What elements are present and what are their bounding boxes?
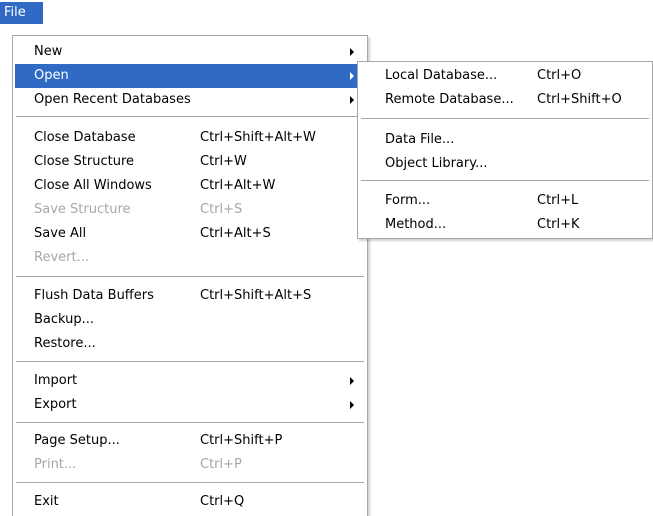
menu-item-label: Import <box>34 373 78 388</box>
menu-item-shortcut: Ctrl+Shift+O <box>537 92 622 107</box>
menu-item-method[interactable]: Method... Ctrl+K <box>360 213 650 237</box>
chevron-right-icon <box>350 377 354 385</box>
menu-item-remote-database[interactable]: Remote Database... Ctrl+Shift+O <box>360 88 650 112</box>
file-menu-button[interactable]: File <box>0 2 43 24</box>
menu-item-new[interactable]: New <box>15 40 365 64</box>
menu-item-flush-data-buffers[interactable]: Flush Data Buffers Ctrl+Shift+Alt+S <box>15 284 365 308</box>
open-submenu: Local Database... Ctrl+O Remote Database… <box>357 61 653 239</box>
menu-separator <box>361 118 649 119</box>
menu-item-label: Close Database <box>34 130 136 145</box>
menu-item-data-file[interactable]: Data File... <box>360 128 650 152</box>
menu-item-label: Save Structure <box>34 202 131 217</box>
menu-item-export[interactable]: Export <box>15 393 365 417</box>
menu-item-import[interactable]: Import <box>15 369 365 393</box>
menu-item-open[interactable]: Open <box>15 64 365 88</box>
menu-separator <box>16 361 364 362</box>
menu-item-label: Form... <box>385 193 431 208</box>
menu-item-label: Data File... <box>385 132 455 147</box>
menu-item-label: Local Database... <box>385 68 498 83</box>
menu-item-label: Export <box>34 397 77 412</box>
menu-item-label: Restore... <box>34 336 96 351</box>
menu-item-label: Close Structure <box>34 154 135 169</box>
menu-item-shortcut: Ctrl+L <box>537 193 579 208</box>
menu-item-backup[interactable]: Backup... <box>15 308 365 332</box>
menu-bar: File <box>0 0 653 25</box>
menu-separator <box>361 180 649 181</box>
menu-item-label: Open Recent Databases <box>34 92 191 107</box>
menu-item-shortcut: Ctrl+S <box>200 202 243 217</box>
menu-item-label: Save All <box>34 226 87 241</box>
menu-item-label: Page Setup... <box>34 433 120 448</box>
menu-item-shortcut: Ctrl+Alt+S <box>200 226 271 241</box>
chevron-right-icon <box>350 72 354 80</box>
menu-item-save-all[interactable]: Save All Ctrl+Alt+S <box>15 222 365 246</box>
menu-item-shortcut: Ctrl+Q <box>200 494 245 509</box>
menu-item-label: Method... <box>385 217 447 232</box>
menu-separator <box>16 116 364 117</box>
menu-item-shortcut: Ctrl+W <box>200 154 247 169</box>
menu-separator <box>16 422 364 423</box>
menu-item-shortcut: Ctrl+Shift+Alt+S <box>200 288 312 303</box>
menu-item-label: Open <box>34 68 69 83</box>
menu-item-close-all-windows[interactable]: Close All Windows Ctrl+Alt+W <box>15 174 365 198</box>
menu-item-label: Remote Database... <box>385 92 514 107</box>
menu-item-exit[interactable]: Exit Ctrl+Q <box>15 490 365 514</box>
menu-item-label: Close All Windows <box>34 178 152 193</box>
menu-item-shortcut: Ctrl+Alt+W <box>200 178 276 193</box>
menu-item-local-database[interactable]: Local Database... Ctrl+O <box>360 64 650 88</box>
menu-separator <box>16 276 364 277</box>
menu-item-label: New <box>34 44 63 59</box>
menu-item-form[interactable]: Form... Ctrl+L <box>360 189 650 213</box>
menu-item-close-database[interactable]: Close Database Ctrl+Shift+Alt+W <box>15 126 365 150</box>
menu-item-label: Flush Data Buffers <box>34 288 154 303</box>
menu-item-label: Exit <box>34 494 59 509</box>
chevron-right-icon <box>350 96 354 104</box>
menu-item-save-structure: Save Structure Ctrl+S <box>15 198 365 222</box>
menu-item-shortcut: Ctrl+Shift+Alt+W <box>200 130 316 145</box>
menu-item-shortcut: Ctrl+O <box>537 68 582 83</box>
menu-item-close-structure[interactable]: Close Structure Ctrl+W <box>15 150 365 174</box>
menu-item-print: Print... Ctrl+P <box>15 453 365 477</box>
menu-item-shortcut: Ctrl+Shift+P <box>200 433 283 448</box>
menu-item-label: Revert... <box>34 250 89 265</box>
menu-item-restore[interactable]: Restore... <box>15 332 365 356</box>
file-menu: New Open Open Recent Databases Close Dat… <box>12 35 368 516</box>
menu-item-shortcut: Ctrl+K <box>537 217 580 232</box>
menu-item-object-library[interactable]: Object Library... <box>360 152 650 176</box>
menu-item-label: Backup... <box>34 312 95 327</box>
menu-item-page-setup[interactable]: Page Setup... Ctrl+Shift+P <box>15 429 365 453</box>
menu-separator <box>16 482 364 483</box>
chevron-right-icon <box>350 401 354 409</box>
menu-item-open-recent[interactable]: Open Recent Databases <box>15 88 365 112</box>
menu-item-label: Object Library... <box>385 156 488 171</box>
menu-item-revert: Revert... <box>15 246 365 270</box>
menu-item-label: Print... <box>34 457 77 472</box>
chevron-right-icon <box>350 48 354 56</box>
menu-item-shortcut: Ctrl+P <box>200 457 242 472</box>
